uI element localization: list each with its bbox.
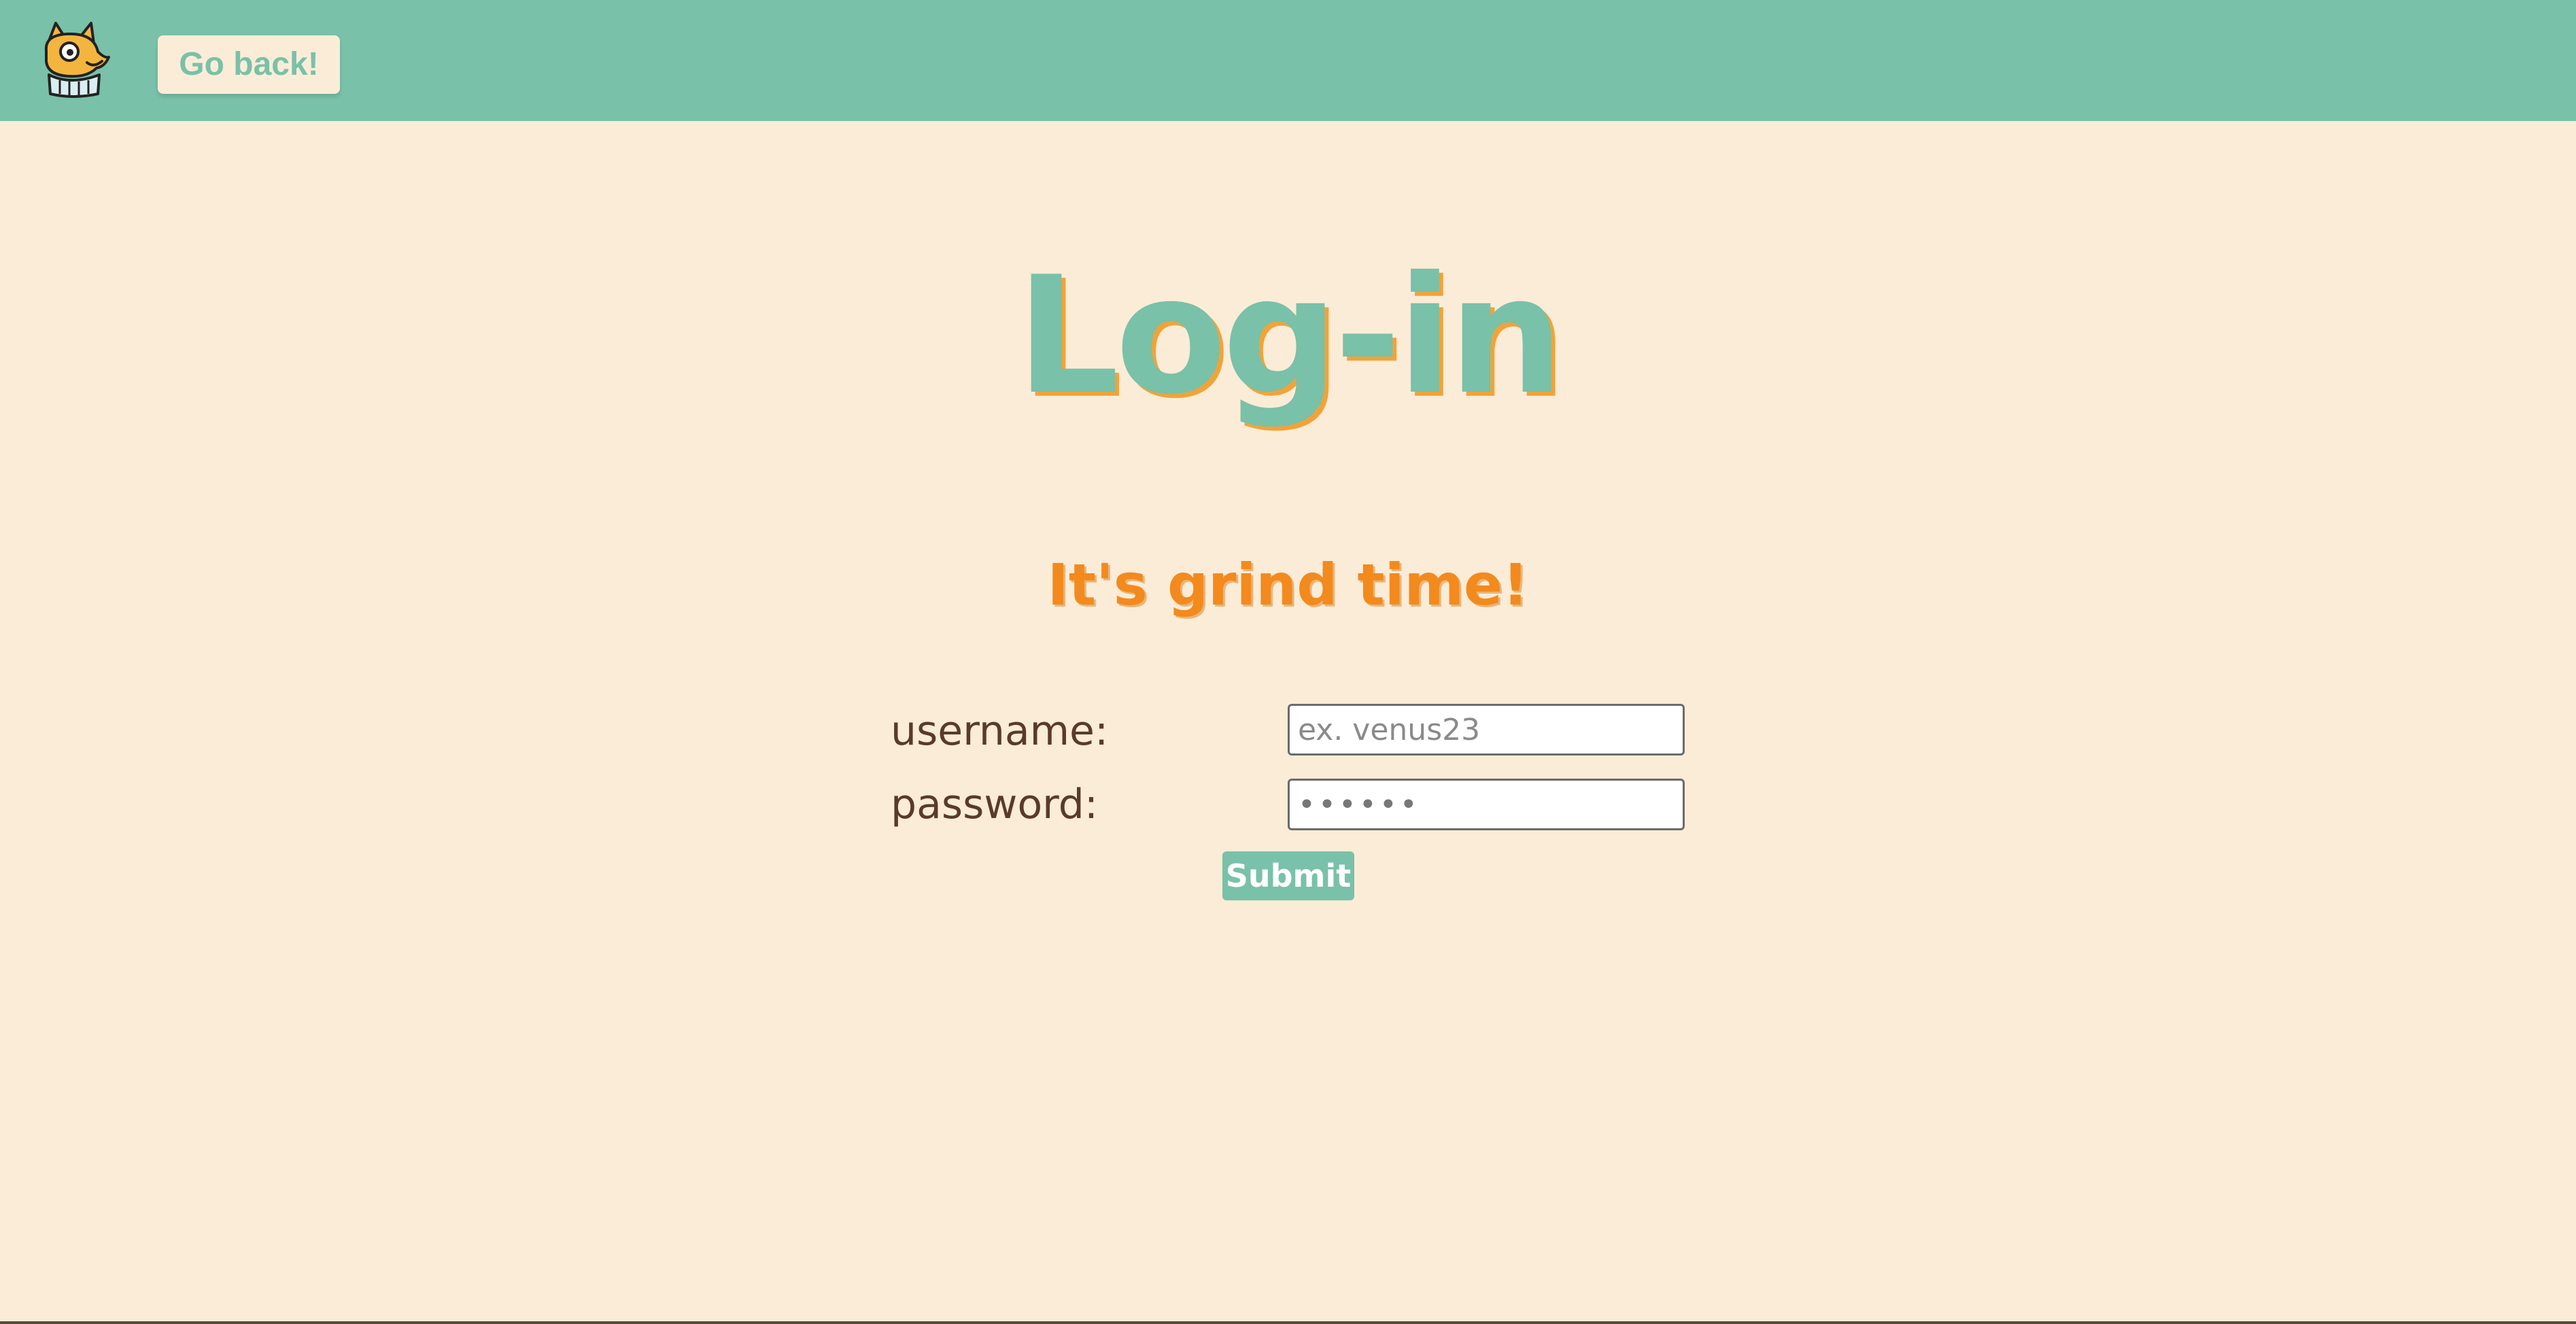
page-title: Log-in	[1016, 242, 1564, 430]
go-back-button[interactable]: Go back!	[158, 35, 340, 94]
cat-mascot-logo-icon[interactable]	[39, 20, 114, 99]
username-input[interactable]	[1288, 704, 1685, 756]
username-label: username:	[891, 707, 1109, 755]
top-navigation-bar: Go back!	[0, 0, 2576, 121]
page-bottom-divider	[0, 1321, 2576, 1324]
password-input[interactable]	[1288, 779, 1685, 830]
submit-button[interactable]: Submit	[1222, 851, 1354, 900]
page-subtitle: It's grind time!	[1047, 551, 1529, 618]
password-label: password:	[891, 781, 1099, 828]
